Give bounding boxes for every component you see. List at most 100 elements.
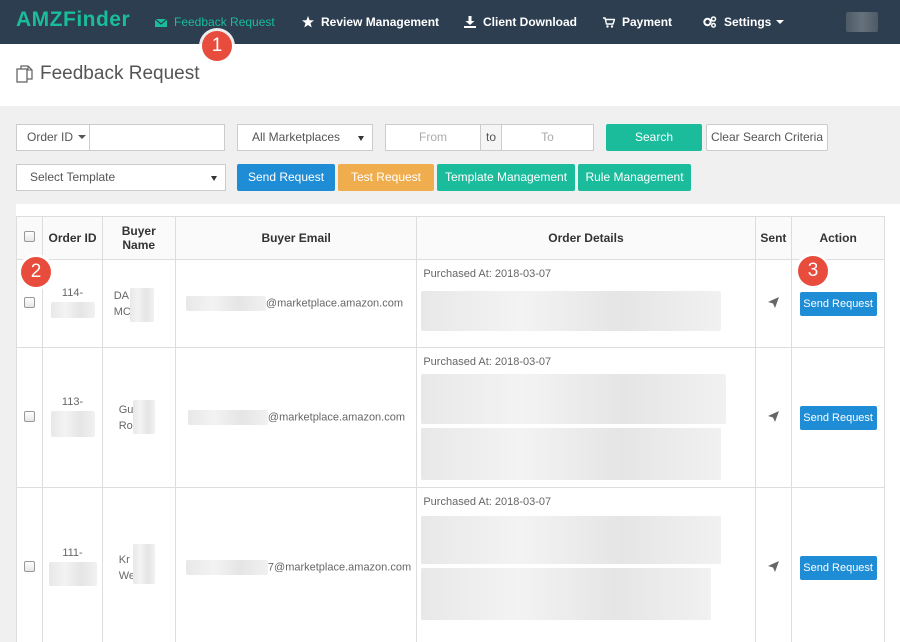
template-management-button[interactable]: Template Management <box>437 164 575 191</box>
page-header: Feedback Request <box>0 44 900 106</box>
col-order-details[interactable]: Order Details <box>416 216 756 260</box>
test-request-button[interactable]: Test Request <box>338 164 434 191</box>
select-all-cell <box>15 216 44 260</box>
col-order-id[interactable]: Order ID <box>42 216 103 260</box>
order-id-value: 114- <box>61 286 84 299</box>
row-checkbox[interactable] <box>24 296 36 308</box>
nav-settings[interactable]: Settings <box>703 0 785 44</box>
action-cell: Send Request <box>791 347 885 488</box>
select-arrow-icon <box>358 136 364 141</box>
buyer-name-cell: Gu Ro <box>101 347 176 488</box>
redacted-order-details <box>421 568 712 620</box>
annotation-badge-2: 2 <box>21 257 51 287</box>
page-title: Feedback Request <box>40 63 200 84</box>
table-row: 113- Gu Ro @marketplace.amazon.com Purch… <box>15 347 885 488</box>
date-from-input[interactable]: From <box>385 124 481 151</box>
nav-payment-label: Payment <box>622 15 673 29</box>
order-id-dropdown[interactable]: Order ID <box>16 124 90 151</box>
order-details-cell: Purchased At: 2018-03-07 <box>416 487 756 642</box>
send-request-button[interactable]: Send Request <box>237 164 335 191</box>
template-select-value: Select Template <box>30 170 116 184</box>
download-icon <box>464 16 476 28</box>
brand-logo[interactable]: AMZFinder <box>16 8 130 32</box>
row-select-cell <box>15 347 44 488</box>
redacted-order-id <box>50 301 95 318</box>
action-cell: Send Request <box>791 487 885 642</box>
buyer-email-suffix: @marketplace.amazon.com <box>265 297 404 310</box>
order-id-dropdown-label: Order ID <box>27 130 74 144</box>
table-row: 111- Kr We 7@marketplace.amazon.com Purc… <box>15 487 885 642</box>
nav-client-download-label: Client Download <box>483 15 577 29</box>
date-from-placeholder: From <box>419 130 447 144</box>
user-avatar[interactable] <box>846 12 878 32</box>
order-id-value: 111- <box>62 546 83 559</box>
redacted-order-details <box>421 516 722 564</box>
cart-icon <box>603 17 615 28</box>
redacted-order-details <box>421 291 722 331</box>
select-all-checkbox[interactable] <box>24 231 36 242</box>
date-to-placeholder: To <box>541 130 554 144</box>
envelope-icon <box>155 18 167 27</box>
date-range-separator: to <box>480 124 502 151</box>
col-action[interactable]: Action <box>791 216 885 260</box>
nav-payment[interactable]: Payment <box>603 0 672 44</box>
sent-cell <box>754 259 793 348</box>
order-details-cell: Purchased At: 2018-03-07 <box>416 347 756 488</box>
sent-cell <box>754 487 793 642</box>
row-send-request-button[interactable]: Send Request <box>799 555 877 580</box>
annotation-badge-1: 1 <box>202 31 232 61</box>
order-id-cell: 114- <box>42 259 103 348</box>
nav-feedback-request-label: Feedback Request <box>174 15 275 29</box>
buyer-email-suffix: @marketplace.amazon.com <box>267 411 406 424</box>
row-select-cell <box>15 487 44 642</box>
rule-management-button[interactable]: Rule Management <box>578 164 691 191</box>
row-checkbox[interactable] <box>24 410 36 422</box>
redacted-buyer-name <box>132 543 155 584</box>
col-buyer-email[interactable]: Buyer Email <box>174 216 418 260</box>
redacted-email <box>185 560 268 575</box>
col-sent[interactable]: Sent <box>754 216 793 260</box>
clear-search-button[interactable]: Clear Search Criteria <box>706 124 828 151</box>
purchased-at: Purchased At: 2018-03-07 <box>423 268 552 280</box>
nav-review-management[interactable]: Review Management <box>302 0 439 44</box>
buyer-email-cell: 7@marketplace.amazon.com <box>174 487 418 642</box>
template-select[interactable]: Select Template <box>16 164 226 191</box>
row-send-request-button[interactable]: Send Request <box>799 405 877 430</box>
table-row: 114- DA MC @marketplace.amazon.com Purch… <box>15 259 885 348</box>
table-header-row: Order ID Buyer Name Buyer Email Order De… <box>15 216 885 260</box>
col-buyer-name[interactable]: Buyer Name <box>101 216 176 260</box>
redacted-buyer-name <box>132 399 155 434</box>
sent-cell <box>754 347 793 488</box>
order-details-cell: Purchased At: 2018-03-07 <box>416 259 756 348</box>
marketplace-select[interactable]: All Marketplaces <box>237 124 373 151</box>
caret-down-icon <box>776 20 785 24</box>
paper-plane-icon <box>767 296 779 308</box>
nav-review-management-label: Review Management <box>321 15 440 29</box>
top-navbar: AMZFinder Feedback Request Review Manage… <box>0 0 900 44</box>
copy-icon <box>16 65 33 83</box>
annotation-badge-3: 3 <box>798 256 828 286</box>
order-id-cell: 113- <box>42 347 103 488</box>
buyer-name-cell: Kr We <box>101 487 176 642</box>
row-send-request-button[interactable]: Send Request <box>799 291 877 316</box>
select-arrow-icon <box>211 176 217 181</box>
date-range-separator-label: to <box>485 130 496 144</box>
purchased-at: Purchased At: 2018-03-07 <box>423 356 552 368</box>
buyer-name-cell: DA MC <box>101 259 176 348</box>
paper-plane-icon <box>767 410 779 422</box>
buyer-email-suffix: 7@marketplace.amazon.com <box>267 561 412 574</box>
order-id-value: 113- <box>61 395 84 408</box>
redacted-order-id <box>50 410 95 437</box>
row-checkbox[interactable] <box>24 560 36 572</box>
star-icon <box>302 16 314 28</box>
buyer-email-cell: @marketplace.amazon.com <box>174 347 418 488</box>
caret-down-icon <box>78 135 87 139</box>
nav-client-download[interactable]: Client Download <box>464 0 577 44</box>
search-button[interactable]: Search <box>606 124 702 151</box>
redacted-email <box>187 410 268 425</box>
date-to-input[interactable]: To <box>501 124 594 151</box>
order-id-input[interactable] <box>89 124 225 151</box>
redacted-email <box>185 296 266 311</box>
orders-table: Order ID Buyer Name Buyer Email Order De… <box>15 216 885 642</box>
paper-plane-icon <box>767 560 779 572</box>
